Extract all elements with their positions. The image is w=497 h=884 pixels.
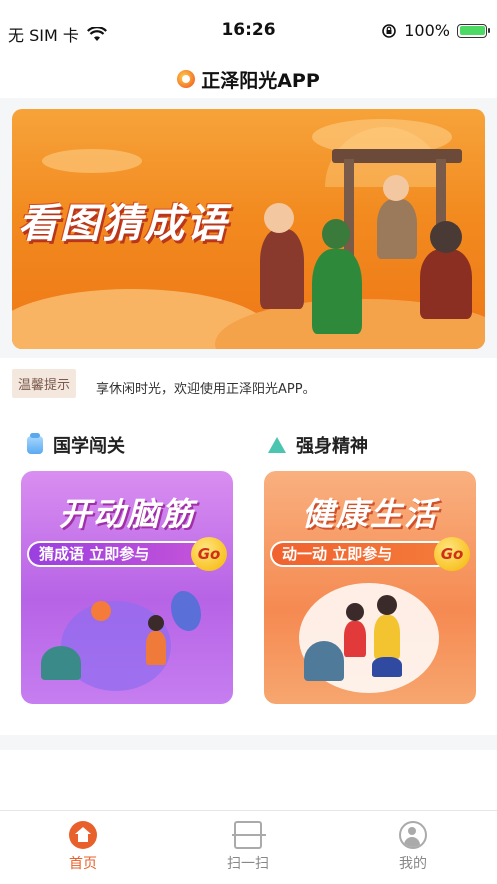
- go-badge[interactable]: Go: [191, 537, 227, 571]
- home-icon: [69, 821, 97, 849]
- section-header-guoxue[interactable]: 国学闯关: [27, 432, 125, 458]
- go-badge[interactable]: Go: [434, 537, 470, 571]
- section-label: 强身精神: [296, 436, 368, 457]
- runner-pants: [372, 657, 402, 677]
- banner-character-head: [322, 219, 350, 249]
- banner-character-head: [383, 175, 409, 201]
- banner-character-head: [264, 203, 294, 233]
- tab-scan[interactable]: 扫一扫: [188, 821, 308, 873]
- card-decor-leaf: [171, 591, 201, 631]
- tab-label: 我的: [399, 856, 427, 872]
- battery-icon: [457, 23, 490, 38]
- notice-text: 享休闲时光，欢迎使用正泽阳光APP。: [96, 382, 316, 397]
- tab-label: 扫一扫: [227, 856, 269, 872]
- runner-head: [346, 603, 364, 621]
- card-brain-game[interactable]: 开动脑筋 猜成语 立即参与 Go: [21, 471, 233, 704]
- scan-icon: [232, 821, 266, 849]
- tab-label: 首页: [69, 856, 97, 872]
- join-button-label: 动一动 立即参与: [272, 543, 448, 565]
- page-title: 正泽阳光APP: [201, 69, 320, 92]
- card-decor-bush: [41, 646, 81, 680]
- banner-character-swing: [377, 199, 417, 259]
- book-bag-icon: [27, 433, 43, 454]
- banner-character-head: [430, 221, 462, 253]
- card-title: 开动脑筋: [58, 495, 195, 533]
- sun-logo-icon: [177, 70, 196, 88]
- app-header: 正泽阳光APP: [0, 60, 497, 98]
- section-label: 国学闯关: [53, 436, 125, 457]
- banner-character-back: [420, 249, 472, 319]
- battery-percent: 100%: [404, 21, 450, 40]
- banner-cloud: [42, 149, 142, 173]
- tab-home[interactable]: 首页: [23, 821, 143, 873]
- runner-figure: [146, 631, 166, 665]
- banner-title: 看图猜成语: [18, 201, 228, 247]
- profile-icon: [399, 821, 427, 849]
- bottom-tab-bar: 首页 扫一扫 我的: [0, 810, 497, 884]
- join-button[interactable]: 猜成语 立即参与: [27, 541, 207, 567]
- status-bar: 无 SIM 卡 16:26 100%: [0, 0, 497, 60]
- card-decor-bush: [304, 641, 344, 681]
- notice-badge: 温馨提示: [12, 369, 77, 398]
- banner-character-green: [312, 249, 362, 334]
- section-header-fitness[interactable]: 强身精神: [268, 432, 368, 458]
- card-title: 健康生活: [301, 495, 438, 533]
- card-fitness[interactable]: 健康生活 动一动 立即参与 Go: [264, 471, 476, 704]
- runner-man: [374, 615, 400, 659]
- join-button-label: 猜成语 立即参与: [29, 543, 205, 565]
- status-right: 100%: [381, 21, 490, 40]
- runner-head: [148, 615, 164, 631]
- banner-carousel[interactable]: 看图猜成语: [12, 109, 485, 349]
- tab-profile[interactable]: 我的: [353, 821, 473, 873]
- notice-bar: 温馨提示 享休闲时光，欢迎使用正泽阳光APP。: [0, 358, 497, 403]
- lotus-icon: [268, 437, 286, 453]
- join-button[interactable]: 动一动 立即参与: [270, 541, 450, 567]
- runner-woman: [344, 621, 366, 657]
- runner-head: [377, 595, 397, 615]
- banner-character-king: [260, 229, 304, 309]
- card-decor-dot: [91, 601, 111, 621]
- rotation-lock-icon: [382, 23, 397, 38]
